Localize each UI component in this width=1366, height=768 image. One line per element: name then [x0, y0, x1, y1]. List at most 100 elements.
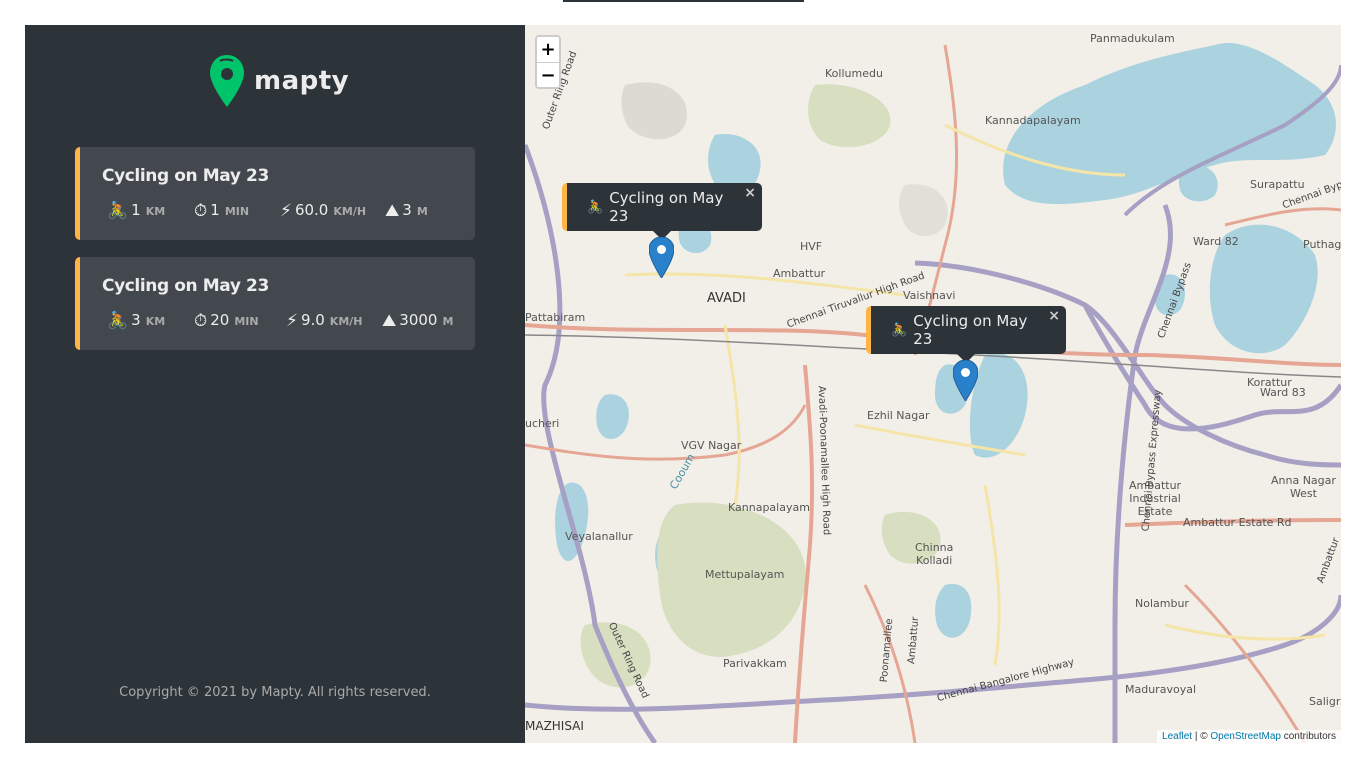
- place-label: Parivakkam: [723, 657, 787, 670]
- top-edge-line: [563, 0, 804, 2]
- workout-title: Cycling on May 23: [102, 276, 269, 296]
- speed-unit: km/h: [329, 315, 363, 328]
- distance-value: 1: [131, 201, 141, 219]
- logo: mapty: [210, 55, 349, 107]
- lake-kolladi: [935, 584, 972, 638]
- place-label: Ward 83: [1260, 386, 1306, 399]
- cycling-icon: 🚴: [891, 322, 908, 338]
- speed-unit: km/h: [333, 205, 367, 218]
- workout-item[interactable]: Cycling on May 23 🚴 3 km ⏱ 20 min ⚡ 9.0 …: [75, 257, 475, 350]
- mountain-icon: ⛰: [385, 201, 400, 221]
- place-label: Ambattur: [773, 267, 826, 280]
- duration-unit: min: [224, 205, 250, 218]
- place-label: Kannadapalayam: [985, 114, 1081, 127]
- workout-speed: ⚡ 60.0 km/h: [280, 201, 367, 221]
- place-label: Ward 82: [1193, 235, 1239, 248]
- place-label: Vaishnavi: [903, 289, 956, 302]
- lake-east-north: [1178, 164, 1218, 202]
- map-attribution: Leaflet | © OpenStreetMap contributors: [1157, 730, 1341, 743]
- place-label: VGV Nagar: [681, 439, 742, 452]
- area-north-west: [621, 82, 687, 140]
- distance-unit: km: [145, 315, 166, 328]
- speed-value: 60.0: [294, 201, 329, 219]
- map-tiles: [525, 43, 1341, 743]
- place-label: Puthaga: [1303, 238, 1341, 251]
- major-road-ne: [1224, 207, 1341, 227]
- zoom-in-button[interactable]: +: [537, 37, 559, 62]
- zoom-out-button[interactable]: −: [537, 62, 559, 87]
- distance-value: 3: [131, 311, 141, 329]
- major-road-west: [525, 404, 807, 461]
- leaflet-link[interactable]: Leaflet: [1162, 731, 1192, 742]
- place-label: Panmadukulam: [1090, 32, 1175, 45]
- cycling-icon: 🚴: [587, 199, 604, 215]
- place-label: Anna Nagar West: [1271, 474, 1336, 500]
- map[interactable]: Panmadukulam Kollumedu Kannadapalayam Su…: [525, 25, 1341, 743]
- secondary-road-nolambur: [1164, 623, 1326, 641]
- motorway-east: [1082, 303, 1341, 432]
- map-marker-icon[interactable]: [649, 237, 674, 278]
- workout-elevation: ⛰ 3000 m: [382, 311, 454, 331]
- area-gray: [899, 184, 948, 237]
- workout-duration: ⏱ 20 min: [194, 311, 259, 331]
- logo-text: mapty: [254, 66, 350, 96]
- workout-distance: 🚴 1 km: [107, 201, 166, 221]
- workout-popup[interactable]: 🚴 Cycling on May 23 ×: [866, 306, 1066, 363]
- distance-unit: km: [145, 205, 166, 218]
- map-pin-logo-icon: [210, 55, 244, 107]
- duration-value: 20: [210, 311, 230, 329]
- elevation-unit: m: [442, 315, 454, 328]
- place-label: Veyalanallur: [565, 530, 633, 543]
- place-label: HVF: [800, 240, 823, 253]
- map-marker-icon[interactable]: [953, 360, 978, 401]
- place-label: Surapattu: [1250, 178, 1305, 191]
- place-label: Chinna Kolladi: [915, 541, 954, 567]
- workout-distance: 🚴 3 km: [107, 311, 166, 331]
- place-label: Nolambur: [1135, 597, 1189, 610]
- workout-item[interactable]: Cycling on May 23 🚴 1 km ⏱ 1 min ⚡ 60.0 …: [75, 147, 475, 240]
- place-label: Kannapalayam: [728, 501, 810, 514]
- cycling-icon: 🚴: [107, 311, 129, 331]
- lake-west: [596, 394, 629, 440]
- elevation-value: 3000: [399, 311, 438, 329]
- close-icon[interactable]: ×: [744, 185, 756, 201]
- lightning-icon: ⚡: [286, 311, 298, 331]
- osm-link[interactable]: OpenStreetMap: [1210, 731, 1281, 742]
- attribution-suffix: contributors: [1280, 731, 1336, 742]
- lightning-icon: ⚡: [280, 201, 292, 221]
- elevation-value: 3: [402, 201, 412, 219]
- place-label: Kollumedu: [825, 67, 883, 80]
- zoom-control: + −: [535, 35, 561, 89]
- place-label: Ezhil Nagar: [867, 409, 930, 422]
- lake-ambattur: [969, 353, 1028, 458]
- app-container: mapty Cycling on May 23 🚴 1 km ⏱ 1 min ⚡…: [25, 25, 1341, 743]
- copyright-text: Copyright © 2021 by Mapty. All rights re…: [119, 685, 431, 700]
- place-label: Pattabiram: [525, 311, 586, 324]
- mountain-icon: ⛰: [382, 311, 397, 331]
- place-label: MAZHISAI: [525, 719, 584, 733]
- place-label: ucheri: [525, 417, 560, 430]
- secondary-road-south: [723, 324, 741, 506]
- secondary-road-kolladi: [983, 484, 1001, 666]
- close-icon[interactable]: ×: [1048, 308, 1060, 324]
- workout-speed: ⚡ 9.0 km/h: [286, 311, 363, 331]
- park-north: [808, 84, 891, 148]
- speed-value: 9.0: [300, 311, 325, 329]
- duration-value: 1: [210, 201, 220, 219]
- elevation-unit: m: [416, 205, 428, 218]
- popup-text: Cycling on May 23: [913, 312, 1028, 348]
- place-label: Mettupalayam: [705, 568, 785, 581]
- workout-elevation: ⛰ 3 m: [385, 201, 428, 221]
- workout-title: Cycling on May 23: [102, 166, 269, 186]
- attribution-separator: | ©: [1192, 731, 1211, 742]
- workout-popup[interactable]: 🚴 Cycling on May 23 ×: [562, 183, 762, 240]
- cycling-icon: 🚴: [107, 201, 129, 221]
- popup-text: Cycling on May 23: [609, 189, 724, 225]
- place-label: Maduravoyal: [1125, 683, 1196, 696]
- workout-duration: ⏱ 1 min: [194, 201, 250, 221]
- duration-unit: min: [234, 315, 259, 328]
- place-label: AVADI: [707, 291, 746, 306]
- stopwatch-icon: ⏱: [194, 311, 208, 331]
- sidebar: mapty Cycling on May 23 🚴 1 km ⏱ 1 min ⚡…: [25, 25, 525, 743]
- stopwatch-icon: ⏱: [194, 201, 208, 221]
